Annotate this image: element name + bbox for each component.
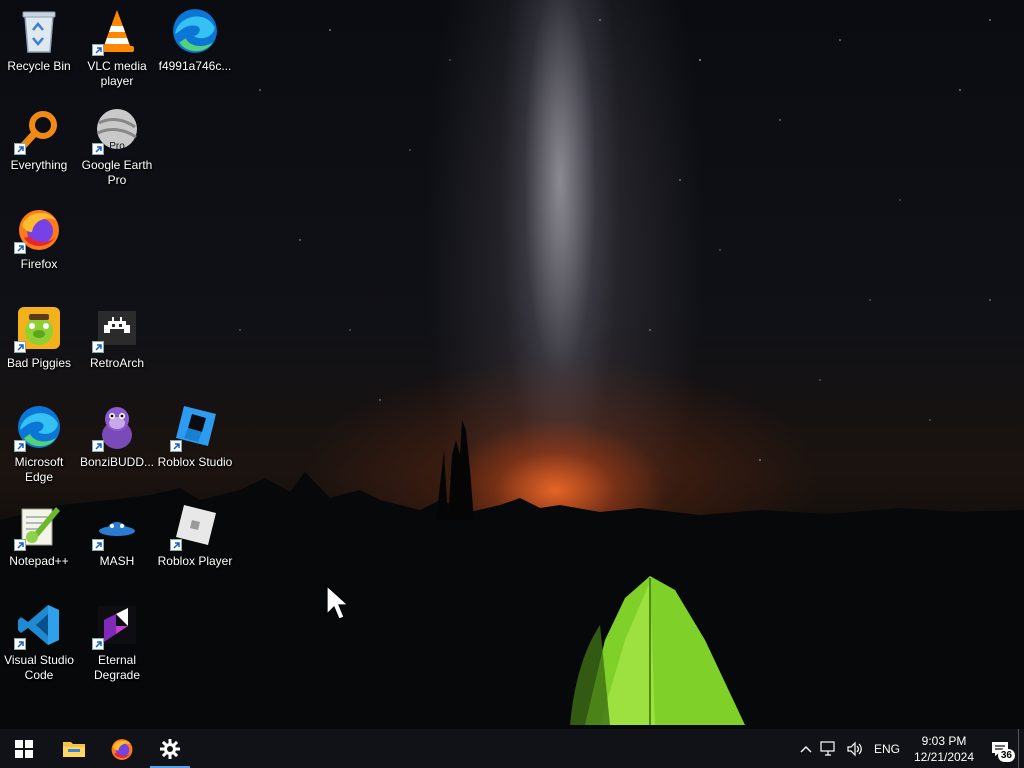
start-button[interactable]: [0, 729, 48, 768]
system-tray: ENG 9:03 PM 12/21/2024 36: [796, 729, 1024, 768]
chevron-up-icon: [800, 745, 812, 752]
desktop-icon-everything[interactable]: Everything: [0, 105, 78, 173]
mash-icon: [92, 501, 142, 551]
firefox-icon: [111, 738, 133, 760]
shortcut-arrow-icon: [170, 440, 182, 452]
google-earth-pro-badge: Pro: [109, 141, 125, 152]
vlc-icon: [92, 6, 142, 56]
edge-icon: [170, 6, 220, 56]
desktop-icon-firefox[interactable]: Firefox: [0, 204, 78, 272]
desktop-icon-retroarch[interactable]: RetroArch: [78, 303, 156, 371]
desktop-icon-mash[interactable]: MASH: [78, 501, 156, 569]
retroarch-icon: [92, 303, 142, 353]
speaker-icon: [847, 741, 862, 756]
shortcut-arrow-icon: [92, 539, 104, 551]
shortcut-arrow-icon: [14, 539, 26, 551]
desktop-icon-vscode[interactable]: Visual Studio Code: [0, 600, 78, 683]
desktop-icon-vlc[interactable]: VLC media player: [78, 6, 156, 89]
desktop-icon-label: Roblox Player: [157, 554, 233, 568]
shortcut-arrow-icon: [170, 539, 182, 551]
desktop-icon-label: Roblox Studio: [157, 455, 233, 469]
desktop-icon-label: BonziBUDD...: [79, 455, 155, 469]
network-icon: [820, 740, 835, 756]
desktop-icon-edge-file[interactable]: f4991a746c...: [156, 6, 234, 74]
desktop-icon-label: Notepad++: [9, 554, 69, 568]
windows-logo-icon: [15, 739, 33, 758]
shortcut-arrow-icon: [14, 638, 26, 650]
desktop-icon-label: Bad Piggies: [6, 356, 72, 370]
edge-icon: [14, 402, 64, 452]
desktop-icon-google-earth[interactable]: Pro Google Earth Pro: [78, 105, 156, 188]
desktop-icon-recycle-bin[interactable]: Recycle Bin: [0, 6, 78, 74]
shortcut-arrow-icon: [14, 242, 26, 254]
desktop-icon-bonzibuddy[interactable]: BonziBUDD...: [78, 402, 156, 470]
magnifier-icon: [14, 105, 64, 155]
show-desktop-button[interactable]: [1018, 729, 1024, 768]
gear-icon: [160, 738, 180, 759]
taskbar-settings-button[interactable]: [146, 729, 194, 768]
notification-count-badge: 36: [997, 749, 1015, 762]
desktop-icon-label: Google Earth Pro: [81, 158, 153, 187]
shortcut-arrow-icon: [92, 143, 104, 155]
shortcut-arrow-icon: [92, 638, 104, 650]
eternal-degrade-icon: [92, 600, 142, 650]
desktop-icon-roblox-studio[interactable]: Roblox Studio: [156, 402, 234, 470]
desktop-icon-label: VLC media player: [87, 59, 147, 88]
action-center-button[interactable]: 36: [982, 729, 1018, 768]
shortcut-arrow-icon: [92, 341, 104, 353]
desktop-icon-label: Recycle Bin: [7, 59, 71, 73]
mouse-cursor-icon: [326, 584, 349, 620]
taskbar: ENG 9:03 PM 12/21/2024 36: [0, 729, 1024, 768]
network-button[interactable]: [816, 729, 842, 768]
shortcut-arrow-icon: [14, 440, 26, 452]
desktop-icon-label: Microsoft Edge: [14, 455, 64, 484]
bad-piggies-icon: [14, 303, 64, 353]
volume-button[interactable]: [842, 729, 868, 768]
desktop-icon-microsoft-edge[interactable]: Microsoft Edge: [0, 402, 78, 485]
taskbar-firefox-button[interactable]: [98, 729, 146, 768]
notepadpp-icon: [14, 501, 64, 551]
clock-time: 9:03 PM: [921, 733, 967, 748]
desktop-icon-label: Firefox: [20, 257, 58, 271]
taskbar-file-explorer-button[interactable]: [50, 729, 98, 768]
vscode-icon: [14, 600, 64, 650]
desktop-icon-label: RetroArch: [89, 356, 145, 370]
clock-button[interactable]: 9:03 PM 12/21/2024: [906, 729, 982, 768]
recycle-bin-icon: [14, 6, 64, 56]
roblox-player-icon: [170, 501, 220, 551]
shortcut-arrow-icon: [14, 341, 26, 353]
show-hidden-icons-button[interactable]: [796, 729, 816, 768]
desktop-icon-label: Eternal Degrade: [93, 653, 141, 682]
folder-icon: [63, 741, 85, 757]
clock-date: 12/21/2024: [913, 749, 975, 764]
firefox-icon: [14, 204, 64, 254]
desktop-icon-roblox-player[interactable]: Roblox Player: [156, 501, 234, 569]
shortcut-arrow-icon: [14, 143, 26, 155]
desktop-icon-bad-piggies[interactable]: Bad Piggies: [0, 303, 78, 371]
roblox-studio-icon: [170, 402, 220, 452]
desktop-icon-label: f4991a746c...: [158, 59, 232, 73]
desktop-icon-label: Everything: [10, 158, 68, 172]
input-language-button[interactable]: ENG: [868, 729, 906, 768]
desktop-icon-label: MASH: [99, 554, 135, 568]
desktop-icon-eternal-degrade[interactable]: Eternal Degrade: [78, 600, 156, 683]
desktop-icon-notepadpp[interactable]: Notepad++: [0, 501, 78, 569]
shortcut-arrow-icon: [92, 44, 104, 56]
desktop-icon-label: Visual Studio Code: [4, 653, 74, 682]
google-earth-icon: Pro: [92, 105, 142, 155]
bonzibuddy-icon: [92, 402, 142, 452]
shortcut-arrow-icon: [92, 440, 104, 452]
